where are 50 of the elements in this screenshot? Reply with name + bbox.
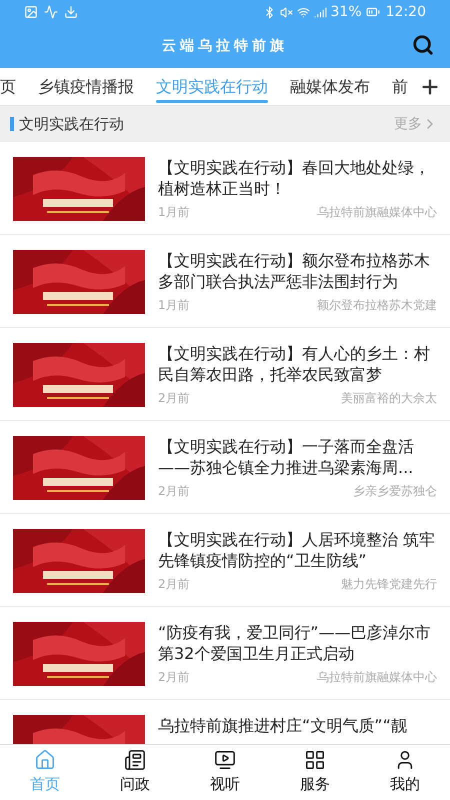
article-title: 【文明实践在行动】人居环境整治 筑牢先锋镇疫情防控的“卫生防线” <box>158 529 436 571</box>
article-title: 【文明实践在行动】一子落而全盘活——苏独仑镇全力推进乌梁素海周... <box>158 436 415 478</box>
battery-icon <box>366 5 380 19</box>
activity-icon <box>44 5 58 19</box>
article-time: 2月前 <box>158 483 190 500</box>
category-tab[interactable]: 前 <box>392 68 408 105</box>
search-icon <box>412 34 434 56</box>
battery-percent: 31% <box>330 2 362 22</box>
app-title: 云端乌拉特前旗 <box>162 36 288 56</box>
nav-tab[interactable]: 服务 <box>270 745 360 800</box>
article-time: 2月前 <box>158 576 190 593</box>
tv-play-icon <box>214 749 236 772</box>
article-time: 2月前 <box>158 669 190 686</box>
home-icon <box>34 749 56 772</box>
clock-time: 12:20 <box>386 2 426 22</box>
nav-tab[interactable]: 我的 <box>360 745 450 800</box>
category-tab[interactable]: 融媒体发布 <box>290 68 370 105</box>
article-source: 乌拉特前旗融媒体中心 <box>317 669 437 686</box>
article-item[interactable]: 【文明实践在行动】人居环境整治 筑牢先锋镇疫情防控的“卫生防线” 2月前 魅力先锋党建先行 <box>0 514 450 607</box>
article-source: 乡亲乡爱苏独仑 <box>353 483 437 500</box>
article-title: “防疫有我，爱卫同行”——巴彦淖尔市第32个爱国卫生月正式启动 <box>158 622 432 664</box>
mute-icon <box>280 6 293 18</box>
article-time: 1月前 <box>158 204 190 221</box>
article-source: 额尔登布拉格苏木党建 <box>317 297 437 314</box>
section-title: 文明实践在行动 <box>19 114 124 135</box>
signal-icon <box>314 6 327 18</box>
category-tab[interactable]: 页 <box>0 68 16 105</box>
wifi-icon <box>296 6 310 18</box>
article-title: 【文明实践在行动】有人心的乡土：村民自筹农田路，托举农民致富梦 <box>158 343 431 385</box>
article-item[interactable]: “防疫有我，爱卫同行”——巴彦淖尔市第32个爱国卫生月正式启动 2月前 乌拉特前旗融媒体中心 <box>0 607 450 700</box>
download-icon <box>64 5 78 19</box>
grid-icon <box>304 749 326 772</box>
article-source: 魅力先锋党建先行 <box>341 576 437 593</box>
article-source: 乌拉特前旗融媒体中心 <box>317 204 437 221</box>
category-tab[interactable]: 乡镇疫情播报 <box>38 68 134 105</box>
article-source: 美丽富裕的大佘太 <box>341 390 437 407</box>
nav-tab[interactable]: 问政 <box>90 745 180 800</box>
article-item[interactable]: 【文明实践在行动】额尔登布拉格苏木多部门联合执法严惩非法围封行为 1月前 额尔登布拉格苏木党建 <box>0 235 450 328</box>
article-time: 1月前 <box>158 297 190 314</box>
nav-tab[interactable]: 视听 <box>180 745 270 800</box>
search-button[interactable] <box>412 34 434 56</box>
article-title: 乌拉特前旗推进村庄“文明气质”“靓 <box>158 715 408 736</box>
newspaper-icon <box>124 749 146 772</box>
article-item[interactable]: 【文明实践在行动】春回大地处处绿，植树造林正当时！ 1月前 乌拉特前旗融媒体中心 <box>0 142 450 235</box>
article-item[interactable]: 【文明实践在行动】一子落而全盘活——苏独仑镇全力推进乌梁素海周... 2月前 乡亲乡爱苏独仑 <box>0 421 450 514</box>
article-title: 【文明实践在行动】额尔登布拉格苏木多部门联合执法严惩非法围封行为 <box>158 250 431 292</box>
article-item[interactable]: 【文明实践在行动】有人心的乡土：村民自筹农田路，托举农民致富梦 2月前 美丽富裕的大佘太 <box>0 328 450 421</box>
article-time: 2月前 <box>158 390 190 407</box>
article-title: 【文明实践在行动】春回大地处处绿，植树造林正当时！ <box>158 157 431 199</box>
image-icon <box>24 5 38 19</box>
